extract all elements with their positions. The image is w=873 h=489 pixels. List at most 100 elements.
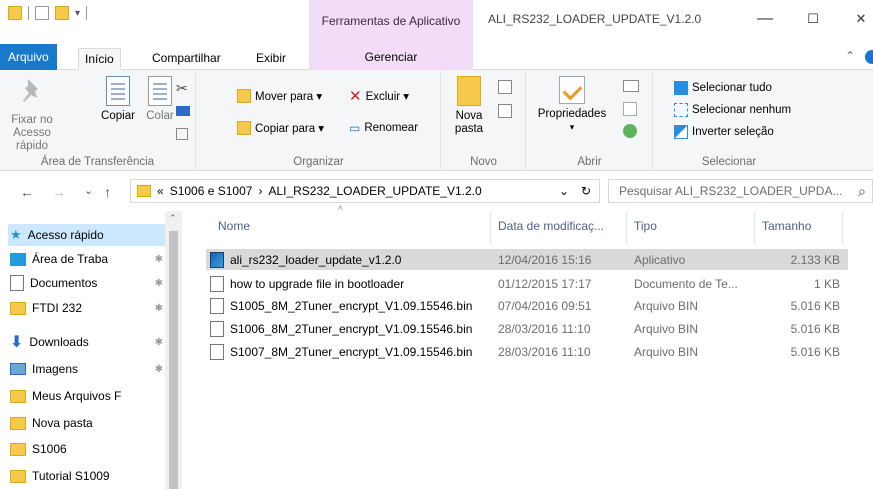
ribbon-tabs: Arquivo Início Compartilhar Exibir Geren…: [0, 44, 873, 70]
nav-item-images[interactable]: Imagens ✱: [10, 358, 165, 380]
new-item-icon[interactable]: [498, 80, 512, 94]
tab-compartilhar[interactable]: Compartilhar: [146, 48, 227, 70]
nav-item-quick-access[interactable]: ★ Acesso rápido: [8, 224, 165, 246]
select-all-label: Selecionar tudo: [692, 82, 772, 94]
collapse-ribbon-icon[interactable]: ⌃: [845, 49, 855, 63]
address-row: ← → ⌄ ↑ « S1006 e S1007 › ALI_RS232_LOAD…: [0, 171, 873, 211]
rename-button[interactable]: ▭ Renomear: [349, 118, 418, 138]
search-icon[interactable]: ⌕: [858, 180, 866, 202]
column-header-type[interactable]: Tipo: [634, 219, 657, 233]
column-divider[interactable]: [490, 211, 491, 245]
select-all-button[interactable]: Selecionar tudo: [674, 78, 772, 98]
pin-quick-access-button[interactable]: Fixar no Acesso rápido: [4, 76, 60, 153]
nav-item-ftdi232[interactable]: FTDI 232 ✱: [10, 297, 165, 319]
search-input[interactable]: Pesquisar ALI_RS232_LOADER_UPDA... ⌕: [608, 179, 873, 203]
up-button[interactable]: ↑: [104, 184, 111, 200]
cut-icon[interactable]: ✂: [176, 80, 188, 97]
refresh-icon[interactable]: ↻: [581, 184, 591, 198]
group-label-clipboard: Área de Transferência: [40, 156, 155, 168]
paste-shortcut-icon[interactable]: [176, 128, 188, 140]
table-row[interactable]: S1006_8M_2Tuner_encrypt_V1.09.15546.bin …: [206, 318, 848, 339]
delete-button[interactable]: ✕ Excluir ▾: [349, 86, 409, 106]
select-none-button[interactable]: Selecionar nenhum: [674, 100, 791, 120]
nav-item-nova-pasta[interactable]: Nova pasta: [10, 412, 165, 434]
column-divider[interactable]: [842, 211, 843, 245]
path-overflow[interactable]: «: [157, 184, 164, 198]
file-name: S1007_8M_2Tuner_encrypt_V1.09.15546.bin: [230, 344, 473, 359]
table-row[interactable]: S1007_8M_2Tuner_encrypt_V1.09.15546.bin …: [206, 341, 848, 362]
folder-icon: [10, 442, 26, 456]
file-type: Arquivo BIN: [634, 321, 699, 336]
back-button[interactable]: ←: [20, 184, 34, 200]
file-date: 07/04/2016 09:51: [498, 298, 592, 313]
file-date: 01/12/2015 17:17: [498, 276, 592, 291]
scroll-up-icon[interactable]: ⌃: [169, 213, 177, 224]
column-divider[interactable]: [626, 211, 627, 245]
paste-button[interactable]: Colar: [145, 76, 175, 123]
tab-exibir[interactable]: Exibir: [250, 48, 292, 70]
maximize-button[interactable]: ☐: [798, 6, 828, 32]
address-dropdown-icon[interactable]: ⌄: [559, 184, 569, 198]
tab-inicio[interactable]: Início: [78, 48, 121, 70]
breadcrumb-current[interactable]: ALI_RS232_LOADER_UPDATE_V1.2.0: [268, 184, 481, 198]
help-icon[interactable]: [865, 50, 873, 64]
nav-item-meus-arquivos[interactable]: Meus Arquivos F: [10, 385, 165, 407]
file-size: 5.016 KB: [790, 344, 840, 359]
qat-dropdown-icon[interactable]: ▾: [75, 8, 80, 19]
group-open: Propriedades ▾ Abrir: [527, 70, 653, 171]
rename-label: Renomear: [364, 122, 419, 134]
recent-locations-button[interactable]: ⌄: [84, 184, 93, 197]
file-date: 28/03/2016 11:10: [498, 344, 591, 359]
breadcrumb-separator[interactable]: ›: [258, 184, 262, 198]
file-size: 2.133 KB: [790, 252, 840, 267]
easy-access-icon[interactable]: [498, 104, 512, 118]
copy-to-button[interactable]: Copiar para ▾: [237, 118, 324, 138]
pin-label-line2: Acesso rápido: [13, 127, 51, 152]
select-all-icon: [674, 81, 688, 95]
edit-icon[interactable]: [623, 102, 637, 116]
file-type: Aplicativo: [634, 252, 686, 267]
properties-button[interactable]: Propriedades ▾: [537, 76, 607, 134]
file-icon: [210, 344, 224, 360]
move-to-button[interactable]: Mover para ▾: [237, 86, 322, 106]
nav-item-label: Downloads: [29, 335, 89, 349]
copy-to-icon: [237, 121, 251, 135]
table-row[interactable]: ali_rs232_loader_update_v1.2.0 12/04/201…: [206, 249, 848, 270]
group-label-select: Selecionar: [701, 156, 757, 168]
column-header-date[interactable]: Data de modificaç...: [498, 219, 604, 233]
table-row[interactable]: S1005_8M_2Tuner_encrypt_V1.09.15546.bin …: [206, 295, 848, 316]
forward-button[interactable]: →: [52, 184, 66, 200]
move-to-label: Mover para ▾: [255, 91, 323, 103]
nav-scrollbar-thumb[interactable]: [169, 231, 178, 489]
copy-icon: [106, 76, 130, 106]
column-divider[interactable]: [754, 211, 755, 245]
breadcrumb-s1006-s1007[interactable]: S1006 e S1007: [170, 184, 253, 198]
copy-path-icon[interactable]: [176, 106, 190, 116]
minimize-button[interactable]: —: [750, 6, 780, 32]
tab-gerenciar[interactable]: Gerenciar: [309, 44, 473, 70]
new-folder-button[interactable]: Nova pasta: [450, 76, 488, 136]
new-folder-icon[interactable]: [55, 6, 69, 20]
nav-item-documents[interactable]: Documentos ✱: [10, 272, 165, 294]
column-header-size[interactable]: Tamanho: [762, 219, 811, 233]
close-button[interactable]: ✕: [846, 6, 873, 32]
nav-item-s1006[interactable]: S1006: [10, 438, 165, 460]
pinned-icon: ✱: [154, 302, 163, 314]
properties-check-icon[interactable]: [35, 6, 49, 20]
history-icon[interactable]: [623, 124, 637, 138]
tab-arquivo[interactable]: Arquivo: [0, 44, 57, 70]
address-bar[interactable]: « S1006 e S1007 › ALI_RS232_LOADER_UPDAT…: [130, 179, 600, 203]
nav-item-tutorial-s1009[interactable]: Tutorial S1009: [10, 465, 165, 487]
invert-selection-button[interactable]: Inverter seleção: [674, 122, 774, 142]
nav-item-downloads[interactable]: ⬇ Downloads ✱: [10, 331, 165, 353]
invert-selection-label: Inverter seleção: [692, 126, 774, 138]
nav-item-desktop[interactable]: Área de Traba ✱: [10, 248, 165, 270]
open-icon[interactable]: [623, 80, 639, 92]
divider: [86, 6, 88, 20]
nav-scrollbar[interactable]: ⌃: [165, 211, 182, 489]
table-row[interactable]: how to upgrade file in bootloader 01/12/…: [206, 273, 848, 294]
copy-button[interactable]: Copiar: [96, 76, 140, 123]
group-clipboard: Fixar no Acesso rápido Copiar Colar ✂ Ár…: [0, 70, 196, 171]
column-header-name[interactable]: Nome: [218, 219, 250, 233]
folder-icon[interactable]: [8, 6, 22, 20]
